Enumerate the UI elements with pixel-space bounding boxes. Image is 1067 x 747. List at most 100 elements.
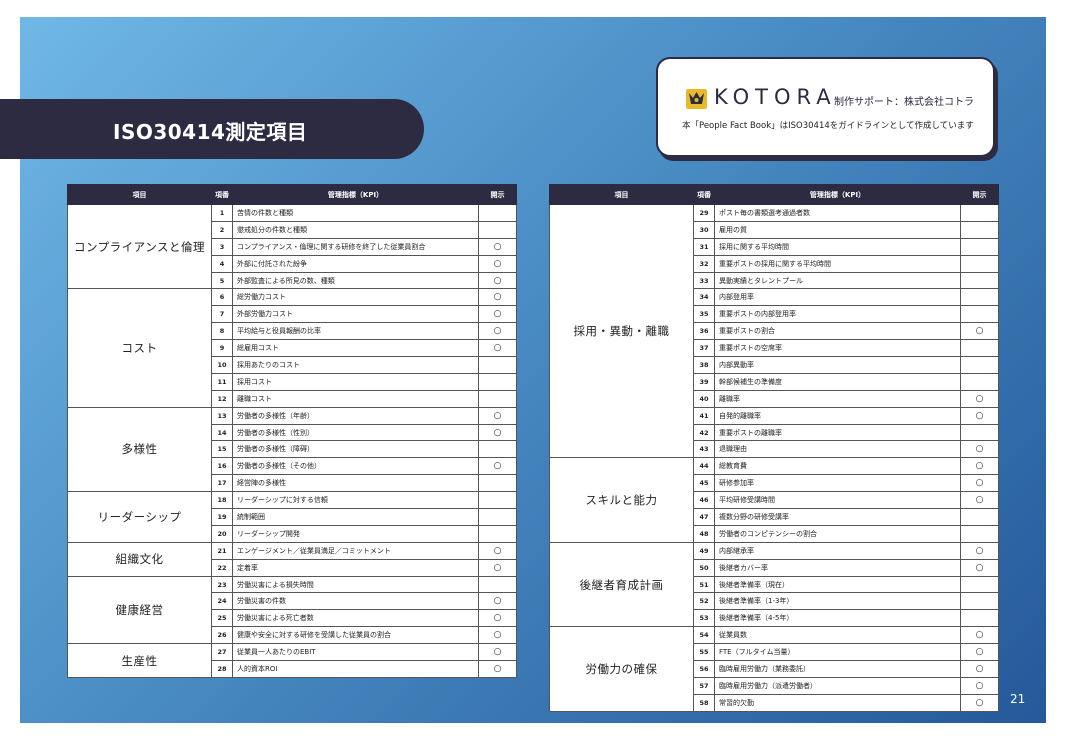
disclosure-cell <box>478 508 517 526</box>
disclosure-cell <box>478 575 517 594</box>
disclosure-cell: ○ <box>960 558 999 577</box>
disclosure-mark: ○ <box>493 596 502 607</box>
disclosure-cell: ○ <box>478 609 517 628</box>
disclosure-cell <box>960 339 999 358</box>
category-cell: 健康経営 <box>67 575 212 645</box>
kpi-name: 後継者準備率（4-5年） <box>714 609 961 628</box>
item-number: 5 <box>211 271 233 290</box>
kpi-name: 平均給与と役員報酬の比率 <box>232 322 479 341</box>
disclosure-mark: ○ <box>493 630 502 641</box>
disclosure-cell <box>478 372 517 391</box>
kpi-name: FTE（フルタイム当量） <box>714 643 961 662</box>
disclosure-cell <box>478 389 517 408</box>
disclosure-cell <box>960 524 999 543</box>
kpi-name: リーダーシップ開発 <box>232 524 479 543</box>
item-number: 41 <box>693 406 715 425</box>
item-number: 8 <box>211 322 233 341</box>
item-number: 25 <box>211 609 233 628</box>
kpi-name: 従業員一人あたりのEBIT <box>232 643 479 662</box>
kpi-name: エンゲージメント／従業員満足／コミットメント <box>232 541 479 560</box>
disclosure-mark: ○ <box>493 545 502 556</box>
kpi-name: 健康や安全に対する研修を受講した従業員の割合 <box>232 626 479 645</box>
disclosure-cell: ○ <box>478 643 517 662</box>
disclosure-cell: ○ <box>478 339 517 358</box>
kpi-name: 複数分野の研修受講率 <box>714 508 961 526</box>
kpi-name: 外部監査による所見の数、種類 <box>232 271 479 290</box>
category-cell: 労働力の確保 <box>549 626 694 712</box>
item-number: 13 <box>211 406 233 425</box>
item-number: 4 <box>211 254 233 273</box>
item-number: 46 <box>693 491 715 510</box>
kpi-name: 内部登用率 <box>714 288 961 307</box>
page-title: ISO30414測定項目 <box>113 120 308 144</box>
brand-support: 制作サポート：株式会社コトラ <box>834 97 974 108</box>
disclosure-cell: ○ <box>478 423 517 442</box>
item-number: 31 <box>693 237 715 256</box>
disclosure-cell: ○ <box>960 491 999 510</box>
item-number: 16 <box>211 457 233 476</box>
disclosure-mark: ○ <box>975 663 984 674</box>
kpi-name: 労働災害による死亡者数 <box>232 609 479 628</box>
category-cell: コスト <box>67 288 212 408</box>
disclosure-mark: ○ <box>493 427 502 438</box>
kpi-name: 臨時雇用労働力（業務委託） <box>714 660 961 678</box>
kpi-name: 労働災害による損失時間 <box>232 575 479 594</box>
item-number: 17 <box>211 474 233 493</box>
item-number: 47 <box>693 508 715 526</box>
item-number: 51 <box>693 575 715 594</box>
disclosure-mark: ○ <box>975 444 984 455</box>
page-number: 21 <box>1010 692 1026 706</box>
disclosure-cell: ○ <box>960 541 999 560</box>
item-number: 12 <box>211 389 233 408</box>
item-number: 58 <box>693 693 715 712</box>
item-number: 44 <box>693 457 715 476</box>
table-row: スキルと能力 44 総教育費 ○ <box>549 457 999 543</box>
kpi-name: 重要ポストの割合 <box>714 322 961 341</box>
disclosure-cell <box>960 271 999 290</box>
table-row: 多様性 13 労働者の多様性（年齢） ○ <box>67 406 517 493</box>
disclosure-cell <box>960 204 999 222</box>
category-cell: 後継者育成計画 <box>549 541 694 628</box>
kpi-name: 後継者カバー率 <box>714 558 961 577</box>
disclosure-mark: ○ <box>975 680 984 691</box>
item-number: 21 <box>211 541 233 560</box>
table-body: 採用・異動・離職 29 ポスト毎の書類選考通過者数 30 雇用の質 31 採用に関する平均時… <box>549 203 999 712</box>
disclosure-cell <box>478 524 517 543</box>
disclosure-cell <box>478 356 517 374</box>
item-number: 39 <box>693 372 715 391</box>
item-number: 22 <box>211 558 233 577</box>
kpi-name: 幹部候補生の準備度 <box>714 372 961 391</box>
kpi-name: 採用コスト <box>232 372 479 391</box>
disclosure-cell: ○ <box>960 406 999 425</box>
disclosure-mark: ○ <box>493 241 502 252</box>
kpi-name: ポスト毎の書類選考通過者数 <box>714 204 961 222</box>
item-number: 2 <box>211 220 233 239</box>
item-number: 48 <box>693 524 715 543</box>
kpi-name: 労働者のコンピテンシーの割合 <box>714 524 961 543</box>
item-number: 7 <box>211 305 233 324</box>
item-number: 23 <box>211 575 233 594</box>
disclosure-mark: ○ <box>975 495 984 506</box>
kpi-name: 常習的欠勤 <box>714 693 961 712</box>
kpi-name: 後継者準備率（1-3年） <box>714 592 961 611</box>
kpi-name: 従業員数 <box>714 626 961 645</box>
item-number: 20 <box>211 524 233 543</box>
kpi-name: 外部労働力コスト <box>232 305 479 324</box>
disclosure-cell <box>960 254 999 273</box>
kpi-name: 重要ポストの空席率 <box>714 339 961 358</box>
kpi-name: 労働者の多様性（その他） <box>232 457 479 476</box>
item-number: 50 <box>693 558 715 577</box>
item-number: 57 <box>693 676 715 695</box>
kpi-name: 重要ポストの離職率 <box>714 423 961 442</box>
header-disclosure: 開示 <box>960 184 999 205</box>
table-row: 労働力の確保 54 従業員数 ○ <box>549 626 999 712</box>
item-number: 38 <box>693 356 715 374</box>
disclosure-mark: ○ <box>975 697 984 708</box>
disclosure-mark: ○ <box>975 630 984 641</box>
table-header: 項目 項番 管理指標（KPI） 開示 <box>549 184 999 205</box>
kpi-name: 外部に付託された紛争 <box>232 254 479 273</box>
category-cell: 組織文化 <box>67 541 212 577</box>
item-number: 37 <box>693 339 715 358</box>
disclosure-mark: ○ <box>975 410 984 421</box>
kpi-name: 重要ポストの採用に関する平均時間 <box>714 254 961 273</box>
